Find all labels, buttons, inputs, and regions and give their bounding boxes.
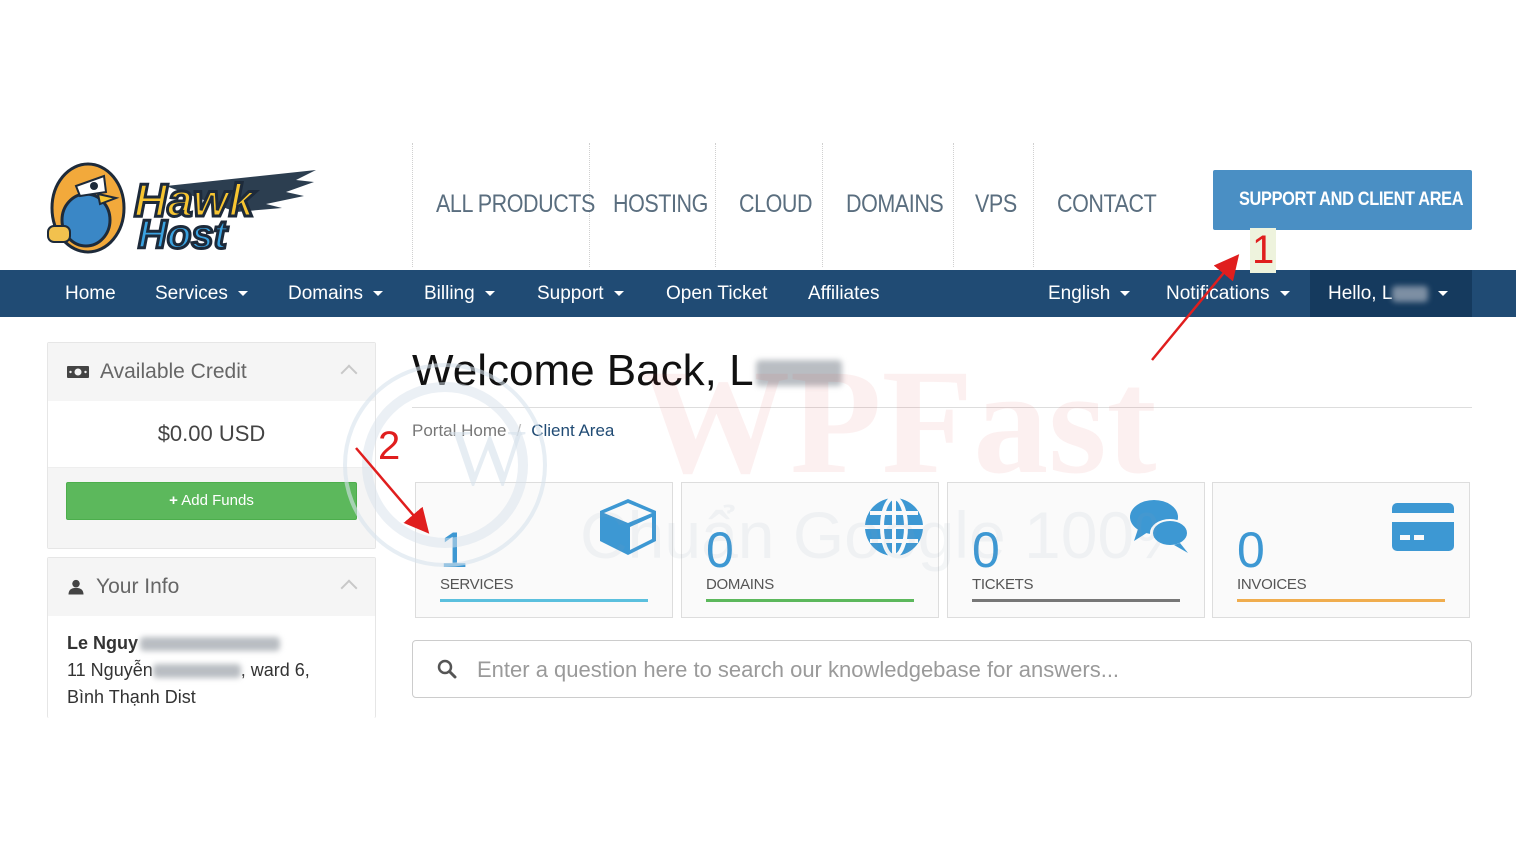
nav-services-label: Services [155, 283, 228, 304]
info-panel-title: Your Info [96, 575, 180, 598]
credit-panel-title: Available Credit [100, 360, 247, 383]
tile-invoices[interactable]: 0 INVOICES [1212, 482, 1470, 618]
user-icon [68, 579, 84, 595]
credit-card-icon [1392, 503, 1454, 551]
nav-language[interactable]: English [1048, 270, 1131, 317]
caret-down-icon [237, 291, 248, 297]
caret-down-icon [372, 291, 383, 297]
address-start: 11 Nguyễn [67, 660, 153, 680]
svg-text:Host: Host [138, 213, 229, 257]
topnav-cloud[interactable]: CLOUD [739, 190, 813, 219]
topnav-hosting[interactable]: HOSTING [613, 190, 708, 219]
caret-down-icon [484, 291, 495, 297]
topnav-divider [953, 143, 954, 267]
blurred-name [140, 637, 281, 652]
credit-panel: Available Credit $0.00 USD + Add Funds [47, 342, 376, 549]
nav-domains[interactable]: Domains [288, 270, 383, 317]
services-count: 1 [440, 522, 468, 578]
topnav-divider [1033, 143, 1034, 267]
client-address-line2: Bình Thạnh Dist [67, 687, 196, 707]
tickets-label: TICKETS [972, 576, 1034, 593]
nav-home[interactable]: Home [65, 270, 116, 317]
topnav-vps[interactable]: VPS [975, 190, 1017, 219]
add-funds-button[interactable]: + Add Funds [66, 482, 357, 520]
credit-panel-header[interactable]: Available Credit [48, 343, 375, 401]
chevron-up-icon[interactable] [340, 364, 358, 382]
comments-icon [1130, 500, 1190, 553]
topnav-divider [412, 143, 413, 267]
credit-panel-footer: + Add Funds [48, 468, 375, 548]
user-menu-label: Hello, L [1328, 270, 1449, 317]
caret-down-icon [613, 291, 624, 297]
invoices-bar [1237, 599, 1445, 602]
annotation-label-1: 1 [1250, 228, 1277, 273]
title-divider [412, 407, 1472, 408]
chevron-up-icon[interactable] [340, 579, 358, 597]
client-name-text: Le Nguy [67, 633, 139, 653]
plus-icon: + [169, 492, 178, 509]
welcome-text: Welcome Back, L [412, 346, 754, 395]
topnav-divider [822, 143, 823, 267]
breadcrumb-separator: / [516, 421, 522, 440]
domains-label: DOMAINS [706, 576, 774, 593]
nav-notifications-label: Notifications [1166, 283, 1270, 304]
topnav-divider [715, 143, 716, 267]
page-title: Welcome Back, L [412, 346, 842, 396]
money-icon [67, 366, 89, 378]
services-bar [440, 599, 648, 602]
address-end: , ward 6, [240, 660, 310, 680]
breadcrumb: Portal Home / Client Area [412, 421, 614, 441]
main-navbar: Home Services Domains Billing Support Op… [0, 270, 1516, 317]
blurred-user-name [755, 360, 842, 387]
globe-icon [865, 496, 923, 558]
blurred-street [152, 664, 241, 679]
hawkhost-logo[interactable]: Hawk Host [46, 146, 320, 258]
nav-billing-label: Billing [424, 283, 475, 304]
cube-icon [600, 499, 656, 555]
services-label: SERVICES [440, 576, 514, 593]
domains-bar [706, 599, 914, 602]
invoices-label: INVOICES [1237, 576, 1307, 593]
breadcrumb-client-area: Client Area [531, 421, 615, 440]
hello-text: Hello, L [1328, 283, 1393, 304]
tickets-count: 0 [972, 522, 1000, 578]
tickets-bar [972, 599, 1180, 602]
domains-count: 0 [706, 522, 734, 578]
nav-notifications[interactable]: Notifications [1166, 270, 1290, 317]
topnav-domains[interactable]: DOMAINS [846, 190, 944, 219]
tile-services[interactable]: 1 SERVICES [415, 482, 673, 618]
nav-affiliates[interactable]: Affiliates [808, 270, 879, 317]
nav-support[interactable]: Support [537, 270, 624, 317]
breadcrumb-portal-home[interactable]: Portal Home [412, 421, 506, 440]
blurred-username [1392, 285, 1429, 302]
nav-billing[interactable]: Billing [424, 270, 495, 317]
support-button-label: SUPPORT AND CLIENT AREA [1239, 189, 1464, 210]
caret-down-icon [1120, 291, 1131, 297]
caret-down-icon [1279, 291, 1290, 297]
annotation-label-2: 2 [378, 424, 401, 468]
support-client-area-button[interactable]: SUPPORT AND CLIENT AREA [1213, 170, 1472, 230]
info-panel-header[interactable]: Your Info [48, 558, 375, 616]
search-icon [437, 659, 457, 679]
caret-down-icon [1438, 291, 1449, 297]
user-menu[interactable]: Hello, L [1310, 270, 1472, 317]
client-name: Le Nguy [67, 630, 356, 657]
info-panel-body: Le Nguy 11 Nguyễn , ward 6, Bình Thạnh Di… [48, 616, 375, 711]
add-funds-label: Add Funds [181, 492, 254, 509]
credit-amount: $0.00 USD [48, 401, 375, 468]
nav-domains-label: Domains [288, 283, 363, 304]
topnav-contact[interactable]: CONTACT [1057, 190, 1157, 219]
invoices-count: 0 [1237, 522, 1265, 578]
topnav-all-products[interactable]: ALL PRODUCTS [436, 190, 595, 219]
tile-domains[interactable]: 0 DOMAINS [681, 482, 939, 618]
client-address-line1: 11 Nguyễn , ward 6, [67, 657, 356, 684]
nav-open-ticket[interactable]: Open Ticket [666, 270, 767, 317]
nav-language-label: English [1048, 283, 1111, 304]
tile-tickets[interactable]: 0 TICKETS [947, 482, 1205, 618]
your-info-panel: Your Info Le Nguy 11 Nguyễn , ward 6, Bìn… [47, 557, 376, 718]
nav-services[interactable]: Services [155, 270, 248, 317]
kb-search-box[interactable] [412, 640, 1472, 699]
kb-search-input[interactable] [475, 641, 1439, 699]
nav-support-label: Support [537, 283, 604, 304]
